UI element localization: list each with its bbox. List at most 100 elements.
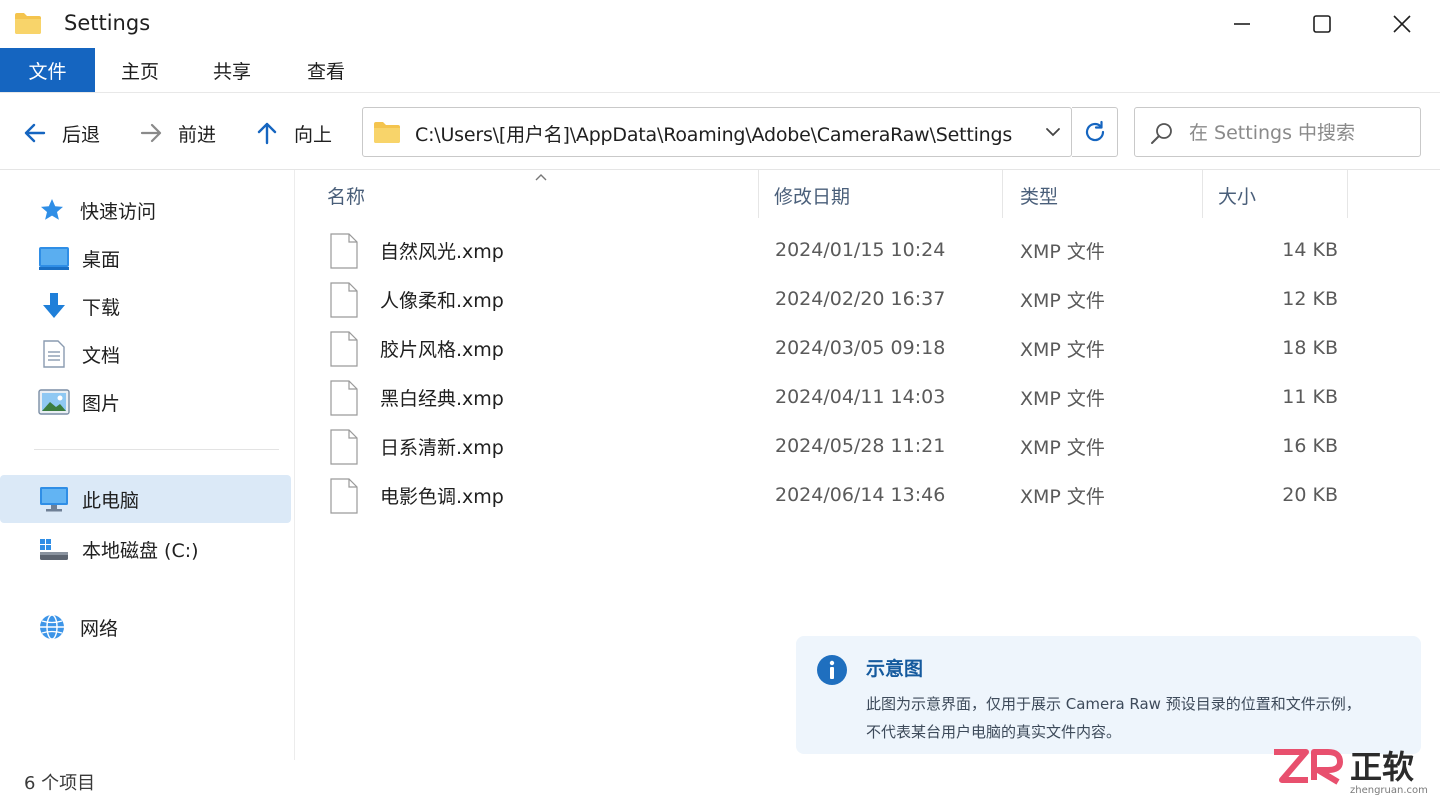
computer-icon <box>38 483 70 515</box>
column-divider[interactable] <box>1002 170 1003 218</box>
chevron-down-icon[interactable] <box>1043 122 1063 142</box>
arrow-left-icon <box>20 118 50 148</box>
title-bar: Settings <box>0 0 1440 48</box>
file-size: 11 KB <box>1282 386 1338 408</box>
file-size: 12 KB <box>1282 288 1338 310</box>
status-item-count: 6 个项目 <box>24 773 96 794</box>
sidebar-item-documents[interactable]: 文档 <box>0 330 291 378</box>
file-name[interactable]: 日系清新.xmp <box>380 422 504 470</box>
refresh-button[interactable] <box>1072 107 1118 157</box>
sidebar-item-local-disk[interactable]: 本地磁盘 (C:) <box>0 525 291 573</box>
table-row[interactable]: 日系清新.xmp 2024/05/28 11:21 XMP 文件 16 KB <box>296 422 1440 470</box>
column-divider[interactable] <box>758 170 759 218</box>
file-name[interactable]: 人像柔和.xmp <box>380 275 504 323</box>
sidebar-item-this-pc[interactable]: 此电脑 <box>0 475 291 523</box>
table-row[interactable]: 人像柔和.xmp 2024/02/20 16:37 XMP 文件 12 KB <box>296 275 1440 323</box>
table-row[interactable]: 黑白经典.xmp 2024/04/11 14:03 XMP 文件 11 KB <box>296 373 1440 421</box>
file-type: XMP 文件 <box>1020 289 1105 312</box>
pictures-icon <box>38 386 70 418</box>
navigation-bar: 后退 前进 向上 C:\Users\[用户名]\AppData\Roaming\… <box>0 92 1440 170</box>
column-header-type[interactable]: 类型 <box>1020 170 1058 220</box>
back-label: 后退 <box>62 123 101 146</box>
file-size: 20 KB <box>1282 484 1338 506</box>
watermark-logo: 正软 zhengruan.com <box>1268 744 1440 806</box>
info-line: 不代表某台用户电脑的真实文件内容。 <box>866 723 1122 741</box>
file-name[interactable]: 自然风光.xmp <box>380 226 504 274</box>
network-icon <box>36 611 68 643</box>
folder-icon <box>374 122 400 143</box>
sidebar-item-quick-access[interactable]: 快速访问 <box>0 186 291 234</box>
ribbon-tabs: 文件 主页 共享 查看 <box>0 48 1440 92</box>
tab-view[interactable]: 查看 <box>281 48 371 92</box>
sidebar-item-label: 下载 <box>82 296 121 319</box>
folder-icon <box>15 13 41 34</box>
forward-label: 前进 <box>178 123 217 146</box>
file-size: 14 KB <box>1282 239 1338 261</box>
file-icon <box>330 429 358 465</box>
search-box[interactable] <box>1134 107 1421 157</box>
tab-share[interactable]: 共享 <box>187 48 277 92</box>
table-row[interactable]: 电影色调.xmp 2024/06/14 13:46 XMP 文件 20 KB <box>296 471 1440 519</box>
up-button[interactable]: 向上 <box>252 117 332 149</box>
navigation-pane: 快速访问 桌面 下载 文档 图片 此电脑 本地磁盘 (C:) 网络 <box>0 170 295 760</box>
file-list: 名称 修改日期 类型 大小 自然风光.xmp 2024/01/15 10:24 XM… <box>296 170 1440 630</box>
file-date: 2024/04/11 14:03 <box>775 386 946 408</box>
sidebar-divider <box>34 449 279 450</box>
maximize-button[interactable] <box>1282 0 1362 48</box>
file-size: 16 KB <box>1282 435 1338 457</box>
sidebar-item-label: 快速访问 <box>80 200 157 223</box>
sidebar-item-label: 本地磁盘 (C:) <box>82 539 199 562</box>
file-date: 2024/05/28 11:21 <box>775 435 946 457</box>
address-path[interactable]: C:\Users\[用户名]\AppData\Roaming\Adobe\Cam… <box>415 120 1012 147</box>
table-row[interactable]: 自然风光.xmp 2024/01/15 10:24 XMP 文件 14 KB <box>296 226 1440 274</box>
table-row[interactable]: 胶片风格.xmp 2024/03/05 09:18 XMP 文件 18 KB <box>296 324 1440 372</box>
file-icon <box>330 233 358 269</box>
sidebar-item-downloads[interactable]: 下载 <box>0 282 291 330</box>
file-icon <box>330 331 358 367</box>
file-name[interactable]: 电影色调.xmp <box>380 471 504 519</box>
column-header-date[interactable]: 修改日期 <box>774 170 850 220</box>
file-size: 18 KB <box>1282 337 1338 359</box>
file-date: 2024/03/05 09:18 <box>775 337 946 359</box>
back-button[interactable]: 后退 <box>20 117 100 149</box>
close-button[interactable] <box>1362 0 1440 48</box>
file-type: XMP 文件 <box>1020 485 1105 508</box>
address-bar[interactable]: C:\Users\[用户名]\AppData\Roaming\Adobe\Cam… <box>362 107 1072 157</box>
sidebar-item-label: 图片 <box>82 392 121 415</box>
column-divider[interactable] <box>1202 170 1203 218</box>
sidebar-item-network[interactable]: 网络 <box>0 603 291 651</box>
refresh-icon <box>1085 120 1104 142</box>
file-type: XMP 文件 <box>1020 240 1105 263</box>
star-icon <box>36 194 68 226</box>
logo-mark: 正软 <box>1274 748 1414 786</box>
arrow-right-icon <box>136 118 166 148</box>
forward-button[interactable]: 前进 <box>136 117 216 149</box>
watermark-site: zhengruan.com <box>1350 785 1428 796</box>
download-icon <box>38 290 70 322</box>
sort-ascending-icon <box>535 174 547 181</box>
column-divider[interactable] <box>1347 170 1348 218</box>
file-icon <box>330 380 358 416</box>
info-body: 此图为示意界面，仅用于展示 Camera Raw 预设目录的位置和文件示例， 不… <box>866 690 1411 746</box>
file-name[interactable]: 黑白经典.xmp <box>380 373 504 421</box>
window-title: Settings <box>64 11 151 35</box>
minimize-button[interactable] <box>1202 0 1282 48</box>
tab-file[interactable]: 文件 <box>0 48 95 92</box>
search-input[interactable] <box>1189 118 1409 148</box>
minimize-icon <box>1234 23 1250 25</box>
sidebar-item-label: 桌面 <box>82 248 121 271</box>
file-type: XMP 文件 <box>1020 338 1105 361</box>
column-header-name[interactable]: 名称 <box>327 170 365 220</box>
sidebar-item-label: 网络 <box>80 617 119 640</box>
file-date: 2024/06/14 13:46 <box>775 484 946 506</box>
close-icon <box>1393 15 1411 33</box>
column-header-size[interactable]: 大小 <box>1218 170 1256 220</box>
sidebar-item-pictures[interactable]: 图片 <box>0 378 291 426</box>
arrow-up-icon <box>252 118 282 148</box>
file-icon <box>330 282 358 318</box>
sidebar-item-desktop[interactable]: 桌面 <box>0 234 291 282</box>
tab-home[interactable]: 主页 <box>95 48 185 92</box>
file-date: 2024/02/20 16:37 <box>775 288 946 310</box>
drive-icon <box>38 533 70 565</box>
file-name[interactable]: 胶片风格.xmp <box>380 324 504 372</box>
